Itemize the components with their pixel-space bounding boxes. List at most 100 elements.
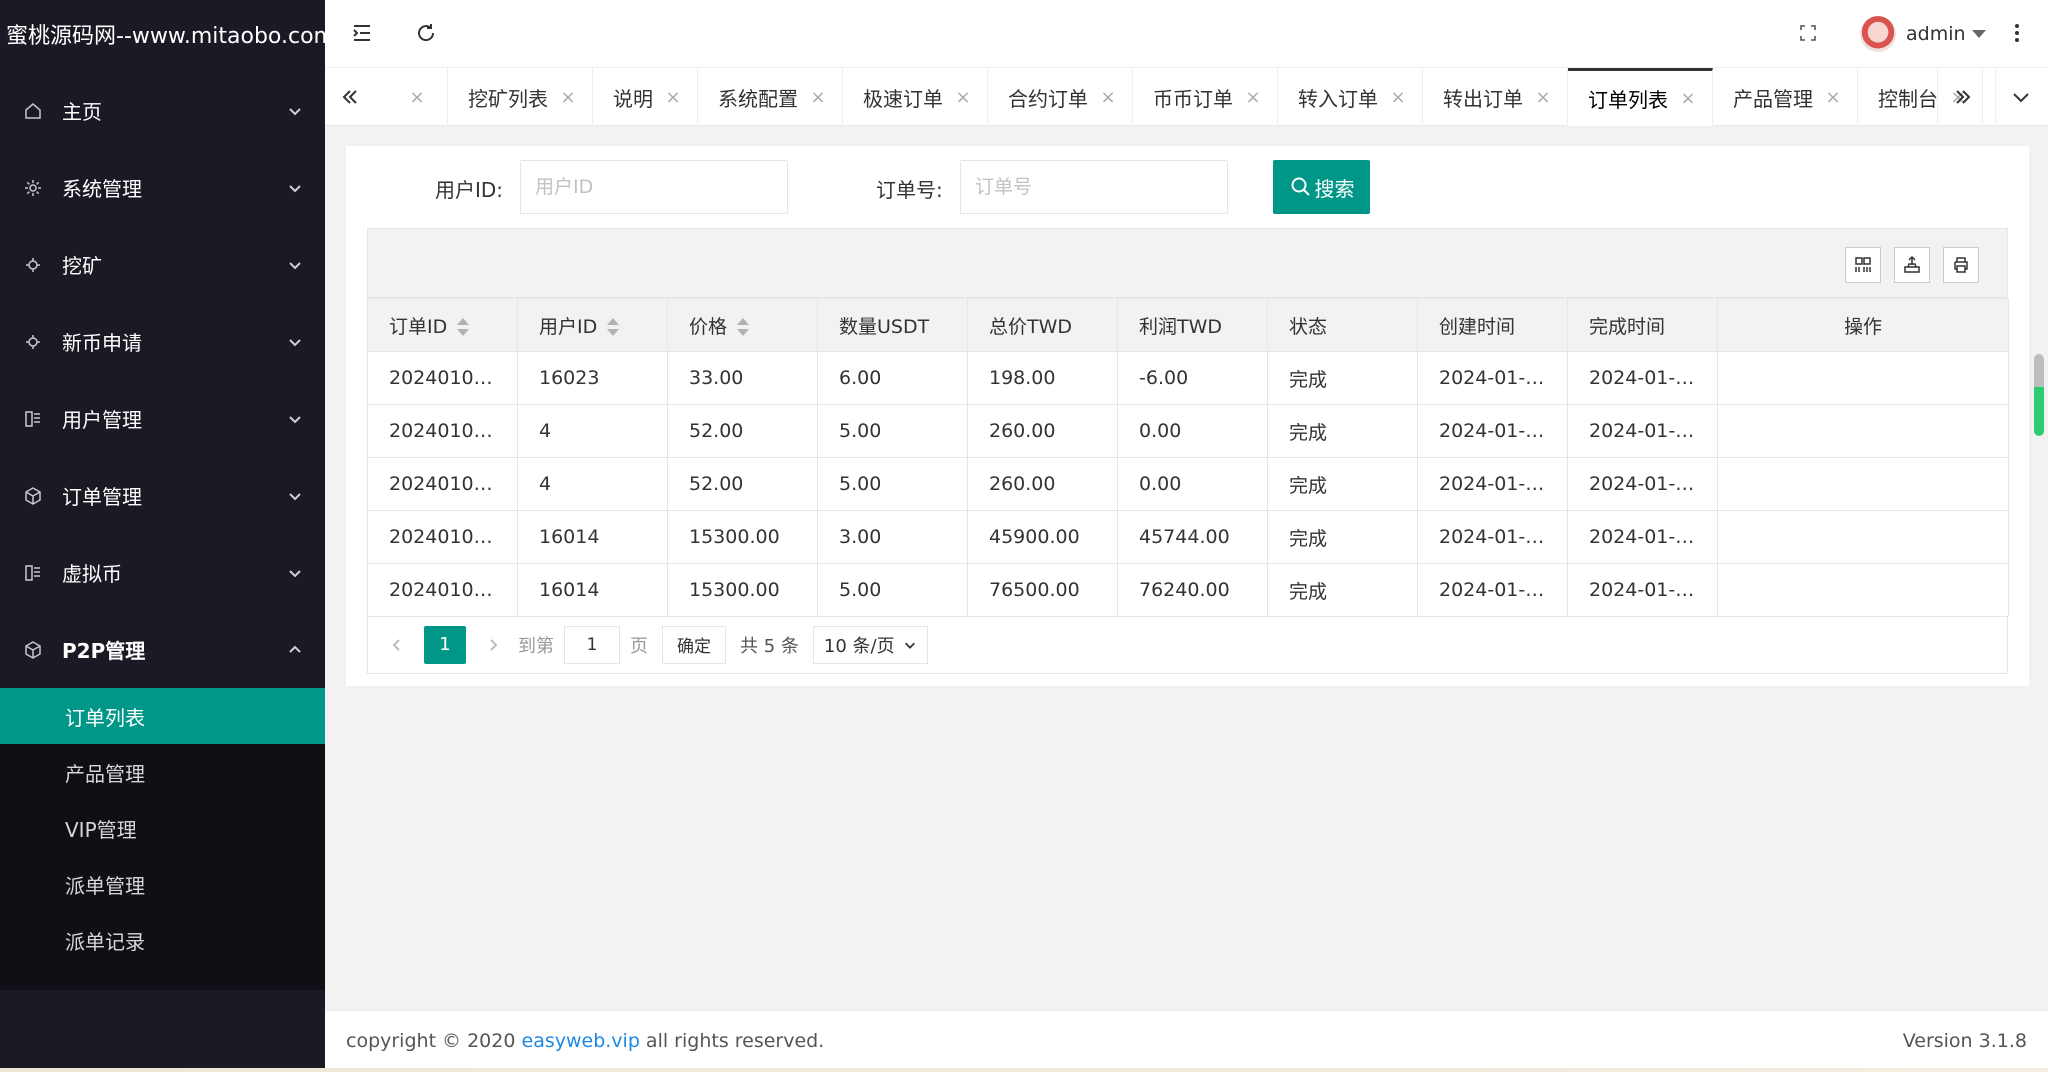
sidebar-item-home[interactable]: 主页 [0, 72, 325, 149]
sidebar-item-virtual-coin[interactable]: 虚拟币 [0, 534, 325, 611]
submenu-item-order-list[interactable]: 订单列表 [0, 688, 325, 744]
cell-order-id: 2024010… [367, 563, 518, 617]
cell-actions [1717, 351, 2009, 405]
table-row: 2024010… 16014 15300.00 5.00 76500.00 76… [367, 563, 2009, 617]
sort-icon[interactable] [737, 318, 750, 336]
tab-scroll-left-icon[interactable] [325, 68, 375, 126]
close-icon[interactable]: × [560, 87, 576, 108]
app-logo[interactable]: 蜜桃源码网--www.mitaobo.com [0, 0, 325, 67]
close-icon[interactable]: × [1245, 87, 1261, 108]
cell-total: 260.00 [967, 457, 1118, 511]
bottom-edge [0, 1068, 2048, 1072]
column-header-completed: 完成时间 [1567, 298, 1718, 352]
tab-menu-chevron-down-icon[interactable] [1995, 68, 2045, 126]
sidebar-item-users[interactable]: 用户管理 [0, 380, 325, 457]
cell-profit: 0.00 [1117, 457, 1268, 511]
prev-page-icon[interactable] [382, 626, 412, 664]
sidebar-item-p2p[interactable]: P2P管理 [0, 611, 325, 688]
refresh-icon[interactable] [411, 18, 441, 48]
cell-order-id: 2024010… [367, 404, 518, 458]
page-size-select[interactable]: 10 条/页 [812, 625, 928, 664]
tab-mining-list[interactable]: 挖矿列表 × [448, 68, 593, 126]
submenu-item-vip-manage[interactable]: VIP管理 [0, 800, 325, 856]
next-page-icon[interactable] [478, 626, 508, 664]
copyright: copyright © 2020 easyweb.vip all rights … [346, 1030, 824, 1052]
close-icon[interactable]: × [665, 87, 681, 108]
export-icon[interactable] [1894, 247, 1930, 283]
tab-bar: × 挖矿列表 × 说明 × 系统配置 × 极速订单 × 合约订单 × 币币订单 × 转入订单… [325, 67, 2048, 126]
tab-transfer-in-orders[interactable]: 转入订单 × [1278, 68, 1423, 126]
sort-icon[interactable] [607, 318, 620, 336]
search-button[interactable]: 搜索 [1273, 160, 1370, 214]
version-label: Version 3.1.8 [1902, 1029, 2027, 1052]
tab-transfer-out-orders[interactable]: 转出订单 × [1423, 68, 1568, 126]
scrollbar[interactable] [2034, 354, 2044, 436]
tab-order-list[interactable]: 订单列表 × [1568, 68, 1713, 126]
close-icon[interactable]: × [810, 87, 826, 108]
more-vertical-icon[interactable] [2002, 18, 2032, 48]
sidebar: 蜜桃源码网--www.mitaobo.com 主页 系统管理 挖矿 新币申请 用… [0, 0, 325, 1070]
submenu-item-dispatch-manage[interactable]: 派单管理 [0, 856, 325, 912]
tab-coin-orders[interactable]: 币币订单 × [1133, 68, 1278, 126]
close-icon[interactable]: × [409, 87, 425, 108]
sidebar-item-mining[interactable]: 挖矿 [0, 226, 325, 303]
sidebar-item-system[interactable]: 系统管理 [0, 149, 325, 226]
submenu-item-dispatch-records[interactable]: 派单记录 [0, 912, 325, 968]
print-icon[interactable] [1943, 247, 1979, 283]
close-icon[interactable]: × [1390, 87, 1406, 108]
cell-price: 52.00 [667, 457, 818, 511]
close-icon[interactable]: × [955, 87, 971, 108]
tab-list: × 挖矿列表 × 说明 × 系统配置 × 极速订单 × 合约订单 × 币币订单 × 转入订单… [375, 68, 1983, 126]
sidebar-item-label: 虚拟币 [62, 562, 122, 586]
menu-collapse-icon[interactable] [347, 18, 377, 48]
tab-fast-orders[interactable]: 极速订单 × [843, 68, 988, 126]
cell-created: 2024-01-… [1417, 510, 1568, 564]
close-icon[interactable]: × [1100, 87, 1116, 108]
cell-profit: 0.00 [1117, 404, 1268, 458]
cell-user-id: 4 [517, 457, 668, 511]
cell-order-id: 2024010… [367, 457, 518, 511]
user-id-input[interactable] [520, 160, 788, 214]
columns-filter-icon[interactable] [1845, 247, 1881, 283]
tab-contract-orders[interactable]: 合约订单 × [988, 68, 1133, 126]
tab-system-config[interactable]: 系统配置 × [698, 68, 843, 126]
sidebar-item-label: 订单管理 [62, 485, 142, 509]
sidebar-item-label: 系统管理 [62, 177, 142, 201]
column-header-total: 总价TWD [967, 298, 1118, 352]
column-header-price[interactable]: 价格 [667, 298, 818, 352]
column-header-user-id[interactable]: 用户ID [517, 298, 668, 352]
goto-confirm-button[interactable]: 确定 [662, 625, 726, 664]
column-header-order-id[interactable]: 订单ID [367, 298, 518, 352]
cell-status: 完成 [1267, 510, 1418, 564]
tab-home[interactable]: × [375, 68, 448, 126]
cell-status: 完成 [1267, 563, 1418, 617]
cell-quantity: 3.00 [817, 510, 968, 564]
table-row: 2024010… 16023 33.00 6.00 198.00 -6.00 完… [367, 351, 2009, 405]
copyright-prefix: copyright © 2020 [346, 1029, 522, 1052]
close-icon[interactable]: × [1825, 87, 1841, 108]
tab-product-manage[interactable]: 产品管理 × [1713, 68, 1858, 126]
p2p-submenu: 订单列表 产品管理 VIP管理 派单管理 派单记录 [0, 688, 325, 990]
close-icon[interactable]: × [1680, 88, 1696, 109]
tab-description[interactable]: 说明 × [593, 68, 698, 126]
goto-page-input[interactable] [564, 625, 620, 664]
column-header-actions: 操作 [1717, 298, 2009, 352]
sidebar-item-orders[interactable]: 订单管理 [0, 457, 325, 534]
fullscreen-icon[interactable] [1793, 18, 1823, 48]
sidebar-item-coin-apply[interactable]: 新币申请 [0, 303, 325, 380]
order-no-input[interactable] [960, 160, 1228, 214]
sort-icon[interactable] [457, 318, 470, 336]
page-size-value: 10 条/页 [823, 635, 895, 657]
cell-quantity: 5.00 [817, 563, 968, 617]
tab-label: 转入订单 [1298, 86, 1378, 111]
sidebar-item-label: 挖矿 [62, 254, 102, 278]
page-number-current[interactable]: 1 [424, 625, 466, 664]
tab-scroll-right-icon[interactable] [1937, 68, 1987, 126]
submenu-item-product-manage[interactable]: 产品管理 [0, 744, 325, 800]
user-menu[interactable]: admin [1860, 14, 1986, 54]
column-header-quantity: 数量USDT [817, 298, 968, 352]
cell-price: 52.00 [667, 404, 818, 458]
sidebar-item-label: 用户管理 [62, 408, 142, 432]
footer-link[interactable]: easyweb.vip [522, 1030, 640, 1052]
close-icon[interactable]: × [1535, 87, 1551, 108]
